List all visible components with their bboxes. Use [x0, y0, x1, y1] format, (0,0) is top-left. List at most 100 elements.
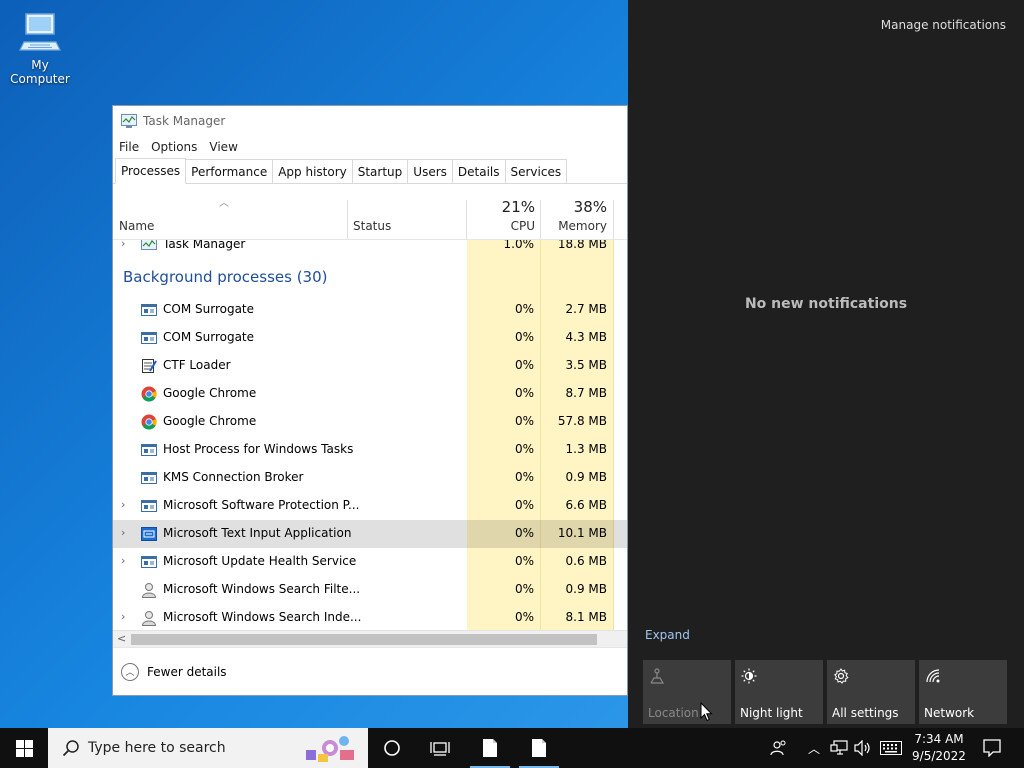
- process-memory: 0.9 MB: [565, 582, 607, 596]
- action-center-button[interactable]: [976, 728, 1008, 768]
- process-name: Microsoft Windows Search Inde...: [163, 610, 362, 624]
- clock-date: 9/5/2022: [912, 749, 966, 763]
- quick-action-night-light[interactable]: Night light: [735, 660, 823, 724]
- table-row[interactable]: › Microsoft Windows Search Inde... 0% 8.1 M…: [113, 604, 627, 630]
- process-cpu: 1.0%: [503, 240, 535, 251]
- tab-startup[interactable]: Startup: [351, 159, 409, 183]
- process-memory: 2.7 MB: [565, 302, 607, 316]
- keyboard-icon: [880, 741, 902, 755]
- chevron-up-icon: ︿: [807, 741, 820, 756]
- search-user-icon: [141, 610, 157, 626]
- process-cpu: 0%: [514, 358, 534, 372]
- column-header-memory[interactable]: Memory: [541, 219, 613, 233]
- table-row[interactable]: Host Process for Windows Tasks 0% 1.3 MB: [113, 436, 627, 464]
- clock-time: 7:34 AM: [914, 732, 964, 746]
- column-divider[interactable]: [347, 200, 348, 239]
- expand-chevron-icon[interactable]: ›: [121, 240, 125, 250]
- quick-action-all-settings[interactable]: All settings: [827, 660, 915, 724]
- computer-icon: [16, 8, 64, 56]
- tab-app-history[interactable]: App history: [272, 159, 353, 183]
- manage-notifications-link[interactable]: Manage notifications: [881, 18, 1006, 32]
- chevron-up-icon[interactable]: ︿: [121, 662, 139, 681]
- column-header-status[interactable]: Status: [353, 219, 391, 233]
- scroll-left-icon[interactable]: <: [117, 632, 126, 645]
- clock[interactable]: 7:34 AM 9/5/2022: [906, 731, 972, 765]
- quick-actions: Location Night light All settings Networ…: [643, 660, 1007, 724]
- quick-action-label: All settings: [832, 706, 899, 720]
- fewer-details-link[interactable]: Fewer details: [147, 665, 227, 679]
- people-button[interactable]: [768, 728, 790, 768]
- start-button[interactable]: [0, 728, 48, 768]
- window-icon: [141, 470, 157, 486]
- volume-button[interactable]: [852, 728, 874, 768]
- window-titlebar[interactable]: Task Manager: [113, 106, 627, 136]
- quick-action-network[interactable]: Network: [919, 660, 1007, 724]
- expand-chevron-icon[interactable]: ›: [121, 610, 125, 623]
- process-name: Google Chrome: [163, 414, 257, 428]
- tab-services[interactable]: Services: [504, 159, 568, 183]
- process-name: Microsoft Windows Search Filte...: [163, 582, 361, 596]
- table-row[interactable]: KMS Connection Broker 0% 0.9 MB: [113, 464, 627, 492]
- group-header-background: Background processes (30): [123, 268, 328, 286]
- table-row[interactable]: Google Chrome 0% 57.8 MB: [113, 408, 627, 436]
- network-icon: [926, 669, 940, 683]
- document-icon: [532, 739, 546, 757]
- table-row[interactable]: COM Surrogate 0% 2.7 MB: [113, 296, 627, 324]
- windows-logo-icon: [15, 739, 33, 757]
- process-name: Microsoft Update Health Service: [163, 554, 357, 568]
- table-row-selected[interactable]: › Microsoft Text Input Application 0% 10.1 …: [113, 520, 627, 548]
- search-highlight-icon: [306, 736, 354, 762]
- no-notifications-text: No new notifications: [744, 296, 908, 312]
- process-cpu: 0%: [514, 302, 534, 316]
- menu-file[interactable]: File: [119, 140, 139, 154]
- process-cpu: 0%: [514, 582, 534, 596]
- network-tray-button[interactable]: [828, 728, 850, 768]
- process-name: Microsoft Software Protection P...: [163, 498, 360, 512]
- task-view-button[interactable]: [416, 728, 464, 768]
- ethernet-icon: [830, 740, 848, 755]
- process-memory: 8.7 MB: [565, 386, 607, 400]
- menu-options[interactable]: Options: [151, 140, 197, 154]
- chrome-icon: [141, 414, 157, 430]
- process-memory: 0.6 MB: [565, 554, 607, 568]
- desktop-icon-label: My Computer: [10, 58, 70, 86]
- my-computer-shortcut[interactable]: My Computer: [2, 8, 78, 86]
- process-name: Microsoft Text Input Application: [163, 526, 352, 540]
- column-divider[interactable]: [613, 200, 614, 239]
- expand-chevron-icon[interactable]: ›: [121, 498, 125, 511]
- location-icon: [650, 668, 665, 684]
- expand-link[interactable]: Expand: [645, 628, 690, 642]
- expand-chevron-icon[interactable]: ›: [121, 526, 125, 539]
- process-name: COM Surrogate: [163, 302, 255, 316]
- process-memory: 57.8 MB: [557, 414, 607, 428]
- table-row[interactable]: › Task Manager 1.0% 18.8 MB: [113, 240, 627, 259]
- taskbar-app-document[interactable]: [466, 728, 514, 768]
- table-row[interactable]: CTF Loader 0% 3.5 MB: [113, 352, 627, 380]
- process-name: KMS Connection Broker: [163, 470, 304, 484]
- show-hidden-icons-button[interactable]: ︿: [804, 728, 824, 768]
- expand-chevron-icon[interactable]: ›: [121, 554, 125, 567]
- table-row[interactable]: Google Chrome 0% 8.7 MB: [113, 380, 627, 408]
- table-row[interactable]: COM Surrogate 0% 4.3 MB: [113, 324, 627, 352]
- column-header-name[interactable]: Name: [119, 219, 154, 233]
- process-cpu: 0%: [514, 498, 534, 512]
- touch-keyboard-button[interactable]: [878, 728, 904, 768]
- horizontal-scrollbar[interactable]: <: [113, 630, 627, 647]
- table-row[interactable]: › Microsoft Update Health Service 0% 0.6 MB: [113, 548, 627, 576]
- process-cpu: 0%: [514, 414, 534, 428]
- notepad-icon: [141, 358, 157, 374]
- taskbar-search-box[interactable]: Type here to search: [48, 728, 368, 768]
- taskbar-app-document[interactable]: [515, 728, 563, 768]
- chrome-icon: [141, 386, 157, 402]
- tab-performance[interactable]: Performance: [185, 159, 274, 183]
- menu-view[interactable]: View: [209, 140, 237, 154]
- tab-processes[interactable]: Processes: [115, 158, 187, 184]
- table-row[interactable]: Microsoft Windows Search Filte... 0% 0.9 M…: [113, 576, 627, 604]
- scrollbar-thumb[interactable]: [131, 634, 597, 645]
- tab-details[interactable]: Details: [451, 159, 506, 183]
- column-header-cpu[interactable]: CPU: [467, 219, 541, 233]
- quick-action-location[interactable]: Location: [643, 660, 731, 724]
- tab-users[interactable]: Users: [407, 159, 453, 183]
- table-row[interactable]: › Microsoft Software Protection P... 0% 6.6…: [113, 492, 627, 520]
- cortana-button[interactable]: [368, 728, 416, 768]
